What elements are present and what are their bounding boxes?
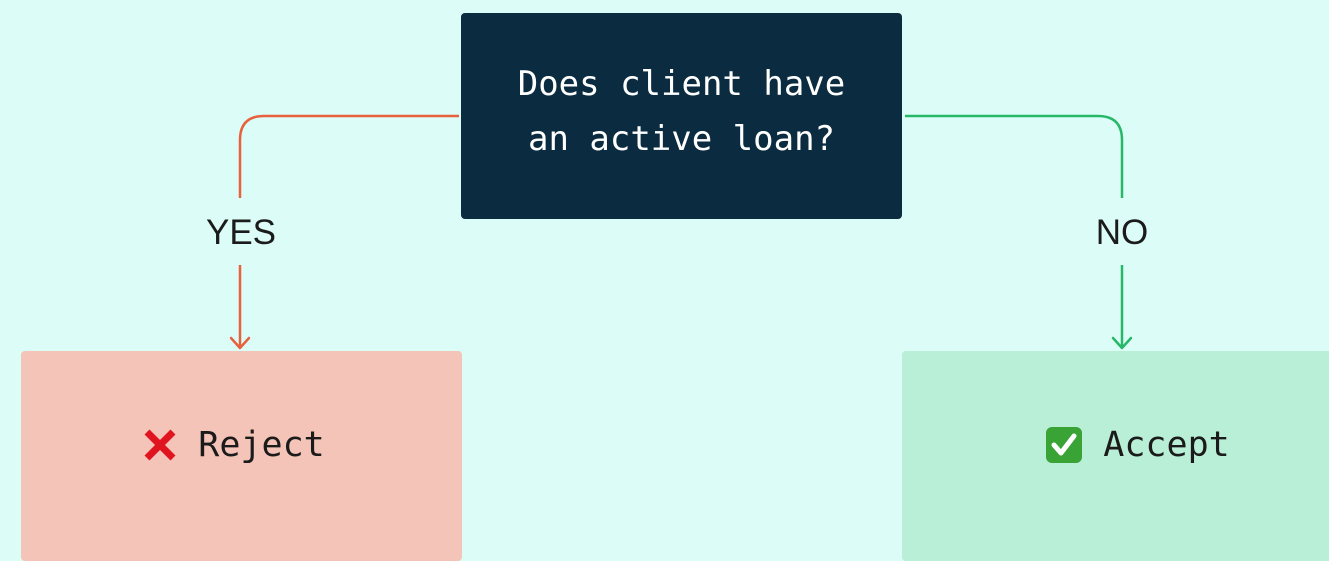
check-mark-button-icon	[1046, 427, 1083, 463]
decision-node: Does client have an active loan?	[461, 13, 902, 219]
no-connector-line	[905, 114, 1124, 198]
no-branch-label: NO	[1095, 213, 1149, 252]
reject-label: Reject	[198, 425, 325, 465]
accept-node: Accept	[902, 351, 1329, 561]
accept-content: Accept	[1045, 425, 1230, 465]
accept-label: Accept	[1103, 425, 1230, 465]
reject-content: Reject	[142, 425, 325, 465]
yes-branch-label: YES	[205, 213, 277, 252]
yes-connector-line	[238, 114, 459, 198]
decision-question: Does client have an active loan?	[518, 57, 846, 167]
decision-question-line-1: Does client have	[517, 64, 846, 104]
reject-node: Reject	[21, 351, 462, 561]
cross-mark-icon	[144, 429, 176, 461]
decision-question-line-2: an active loan?	[527, 119, 836, 159]
